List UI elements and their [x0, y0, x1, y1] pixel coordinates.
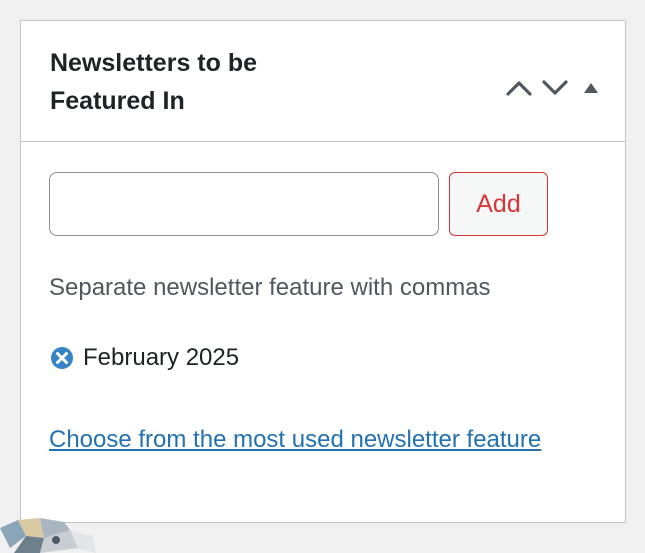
decorative-image-fragment	[0, 518, 96, 553]
add-button[interactable]: Add	[449, 172, 548, 236]
tag-label: February 2025	[83, 344, 240, 371]
tag-entry-row: Add	[49, 172, 548, 236]
metabox-handle-actions	[501, 73, 609, 103]
metabox-header: Newsletters to be Featured In	[21, 21, 625, 142]
chevron-up-icon	[506, 81, 532, 96]
page: Newsletters to be Featured In Add Separa…	[0, 0, 645, 553]
remove-circle-icon	[51, 347, 73, 369]
metabox-title: Newsletters to be Featured In	[50, 49, 258, 115]
tag-item: February 2025	[49, 342, 239, 374]
remove-tag-button[interactable]	[49, 345, 75, 371]
metabox-content: Add Separate newsletter feature with com…	[21, 142, 625, 522]
chevron-down-icon	[542, 80, 568, 95]
most-used-link[interactable]: Choose from the most used newsletter fea…	[49, 424, 589, 456]
move-up-button[interactable]	[501, 73, 537, 103]
triangle-up-icon	[584, 83, 598, 93]
newsletters-metabox: Newsletters to be Featured In Add Separa…	[20, 20, 626, 523]
toggle-panel-button[interactable]	[573, 73, 609, 103]
move-down-button[interactable]	[537, 73, 573, 103]
help-text: Separate newsletter feature with commas	[49, 274, 491, 301]
newsletter-tag-input[interactable]	[49, 172, 439, 236]
